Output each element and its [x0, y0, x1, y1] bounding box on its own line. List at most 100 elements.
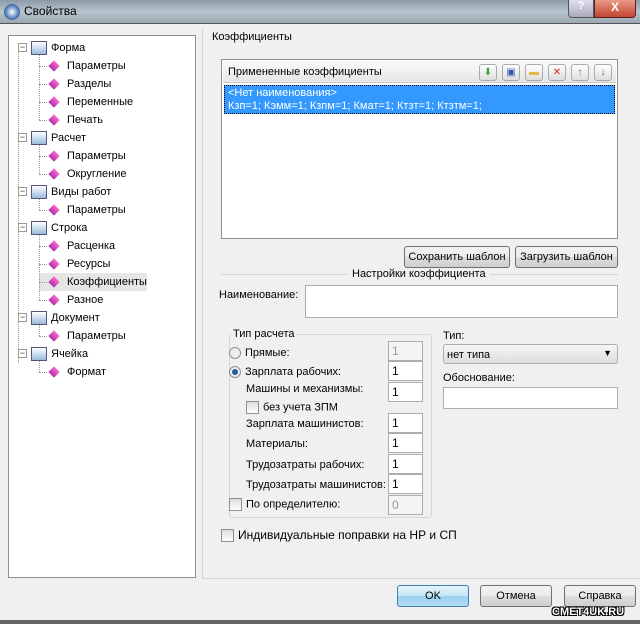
wage-input[interactable]: 1 — [388, 361, 423, 381]
folder-icon[interactable]: ▬ — [525, 64, 543, 81]
node-icon — [31, 221, 47, 236]
tree-item[interactable]: Округление — [39, 165, 127, 183]
tree-node-label: Виды работ — [51, 186, 112, 198]
panel-divider — [202, 28, 203, 578]
tree-item[interactable]: Расценка — [39, 237, 115, 255]
tree-item[interactable]: Параметры — [39, 57, 126, 75]
save-icon[interactable]: ▣ — [502, 64, 520, 81]
type-value: нет типа — [447, 349, 491, 361]
tree-line — [39, 235, 40, 300]
collapse-icon[interactable]: − — [18, 43, 27, 52]
add-icon[interactable]: ⬇ — [479, 64, 497, 81]
list-header: Примененные коэффициенты ⬇ ▣ ▬ ✕ ↑ ↓ — [223, 61, 616, 83]
checkbox-icon[interactable] — [221, 529, 234, 543]
tree-item[interactable]: Печать — [39, 111, 103, 129]
materials-input[interactable]: 1 — [388, 433, 423, 453]
individual-corrections-checkbox[interactable]: Индивидуальные поправки на НР и СП — [221, 528, 457, 543]
tree-line — [39, 325, 40, 336]
wage-radio[interactable]: Зарплата рабочих: — [229, 366, 342, 379]
radio-icon[interactable] — [229, 366, 241, 379]
mach-wage-input[interactable]: 1 — [388, 413, 423, 433]
type-label: Тип: — [443, 330, 465, 342]
tree-item[interactable]: Ресурсы — [39, 255, 110, 273]
collapse-icon[interactable]: − — [18, 187, 27, 196]
bottom-edge — [0, 620, 640, 624]
labor-input[interactable]: 1 — [388, 454, 423, 474]
help-button[interactable]: Справка — [564, 585, 636, 607]
tree-item[interactable]: Разделы — [39, 75, 111, 93]
by-determinant-input[interactable]: 0 — [388, 495, 423, 515]
name-input[interactable] — [305, 285, 618, 318]
item-icon — [48, 150, 60, 162]
item-icon — [48, 78, 60, 90]
collapse-icon[interactable]: − — [18, 223, 27, 232]
tree-item[interactable]: Параметры — [39, 327, 126, 345]
tree-node[interactable]: − Строка — [13, 219, 87, 237]
tree-item[interactable]: Параметры — [39, 147, 126, 165]
save-template-button[interactable]: Сохранить шаблон — [404, 246, 510, 268]
basis-input[interactable] — [443, 387, 618, 409]
mach-labor-input[interactable]: 1 — [388, 474, 423, 494]
tree-node[interactable]: − Документ — [13, 309, 100, 327]
node-icon — [31, 311, 47, 326]
no-zpm-checkbox[interactable]: без учета ЗПМ — [246, 401, 338, 414]
chevron-down-icon: ▼ — [603, 348, 612, 358]
type-select[interactable]: нет типа ▼ — [443, 344, 618, 364]
tree-node-label: Ячейка — [51, 348, 89, 360]
cancel-button[interactable]: Отмена — [480, 585, 552, 607]
tree-node[interactable]: − Расчет — [13, 129, 86, 147]
tree-item-label: Переменные — [67, 96, 134, 108]
wage-label: Зарплата рабочих: — [245, 366, 342, 378]
checkbox-icon[interactable] — [229, 498, 242, 511]
tree-node-label: Расчет — [51, 132, 86, 144]
machines-input[interactable]: 1 — [388, 382, 423, 402]
item-value: Кзп=1; Кэмм=1; Кзпм=1; Кмат=1; Ктзт=1; К… — [228, 100, 482, 112]
checkbox-icon[interactable] — [246, 401, 259, 414]
footer-divider — [202, 578, 640, 579]
tree-node-label: Форма — [51, 42, 86, 54]
item-icon — [48, 168, 60, 180]
load-template-button[interactable]: Загрузить шаблон — [515, 246, 618, 268]
app-icon — [4, 4, 20, 20]
name-label: Наименование: — [219, 289, 299, 301]
calc-type-label: Тип расчета — [231, 328, 297, 340]
delete-icon[interactable]: ✕ — [548, 64, 566, 81]
tree-item-label: Расценка — [67, 240, 116, 252]
tree-node[interactable]: − Форма — [13, 39, 85, 57]
coefficients-list[interactable]: Примененные коэффициенты ⬇ ▣ ▬ ✕ ↑ ↓ <Нет наи… — [221, 59, 618, 239]
tree-line — [39, 55, 40, 120]
materials-label: Материалы: — [246, 438, 308, 450]
direct-radio[interactable]: Прямые: — [229, 347, 290, 360]
no-zpm-label: без учета ЗПМ — [263, 401, 338, 414]
tree-item-label: Коэффициенты — [67, 276, 147, 288]
close-button[interactable]: X — [594, 0, 636, 18]
tree-node[interactable]: − Ячейка — [13, 345, 88, 363]
arrow-up-icon[interactable]: ↑ — [571, 64, 589, 81]
direct-input[interactable]: 1 — [388, 341, 423, 361]
window-title: Свойства — [24, 4, 77, 18]
node-icon — [31, 131, 47, 146]
tree-item[interactable]: Формат — [39, 363, 106, 381]
tree-item[interactable]: Параметры — [39, 201, 126, 219]
collapse-icon[interactable]: − — [18, 133, 27, 142]
collapse-icon[interactable]: − — [18, 349, 27, 358]
radio-icon[interactable] — [229, 347, 241, 360]
tree-item[interactable]: Переменные — [39, 93, 133, 111]
individual-corrections-label: Индивидуальные поправки на НР и СП — [238, 528, 457, 542]
machines-label: Машины и механизмы: — [246, 383, 364, 395]
item-icon — [48, 276, 60, 288]
direct-label: Прямые: — [245, 347, 290, 359]
ok-button[interactable]: OK — [397, 585, 469, 607]
list-item[interactable]: <Нет наименования> Кзп=1; Кэмм=1; Кзпм=1… — [224, 85, 615, 114]
node-icon — [31, 185, 47, 200]
tree-item[interactable]: Разное — [39, 291, 103, 309]
collapse-icon[interactable]: − — [18, 313, 27, 322]
by-determinant-checkbox[interactable]: По определителю: — [229, 498, 340, 511]
tree-item[interactable]: Коэффициенты — [39, 273, 147, 291]
properties-tree[interactable]: − Форма Параметры Разделы Переменные Печать − Р… — [8, 35, 196, 578]
help-title-button[interactable]: ? — [568, 0, 594, 18]
tree-node[interactable]: − Виды работ — [13, 183, 111, 201]
arrow-down-icon[interactable]: ↓ — [594, 64, 612, 81]
item-icon — [48, 258, 60, 270]
tree-item-label: Округление — [67, 168, 127, 180]
